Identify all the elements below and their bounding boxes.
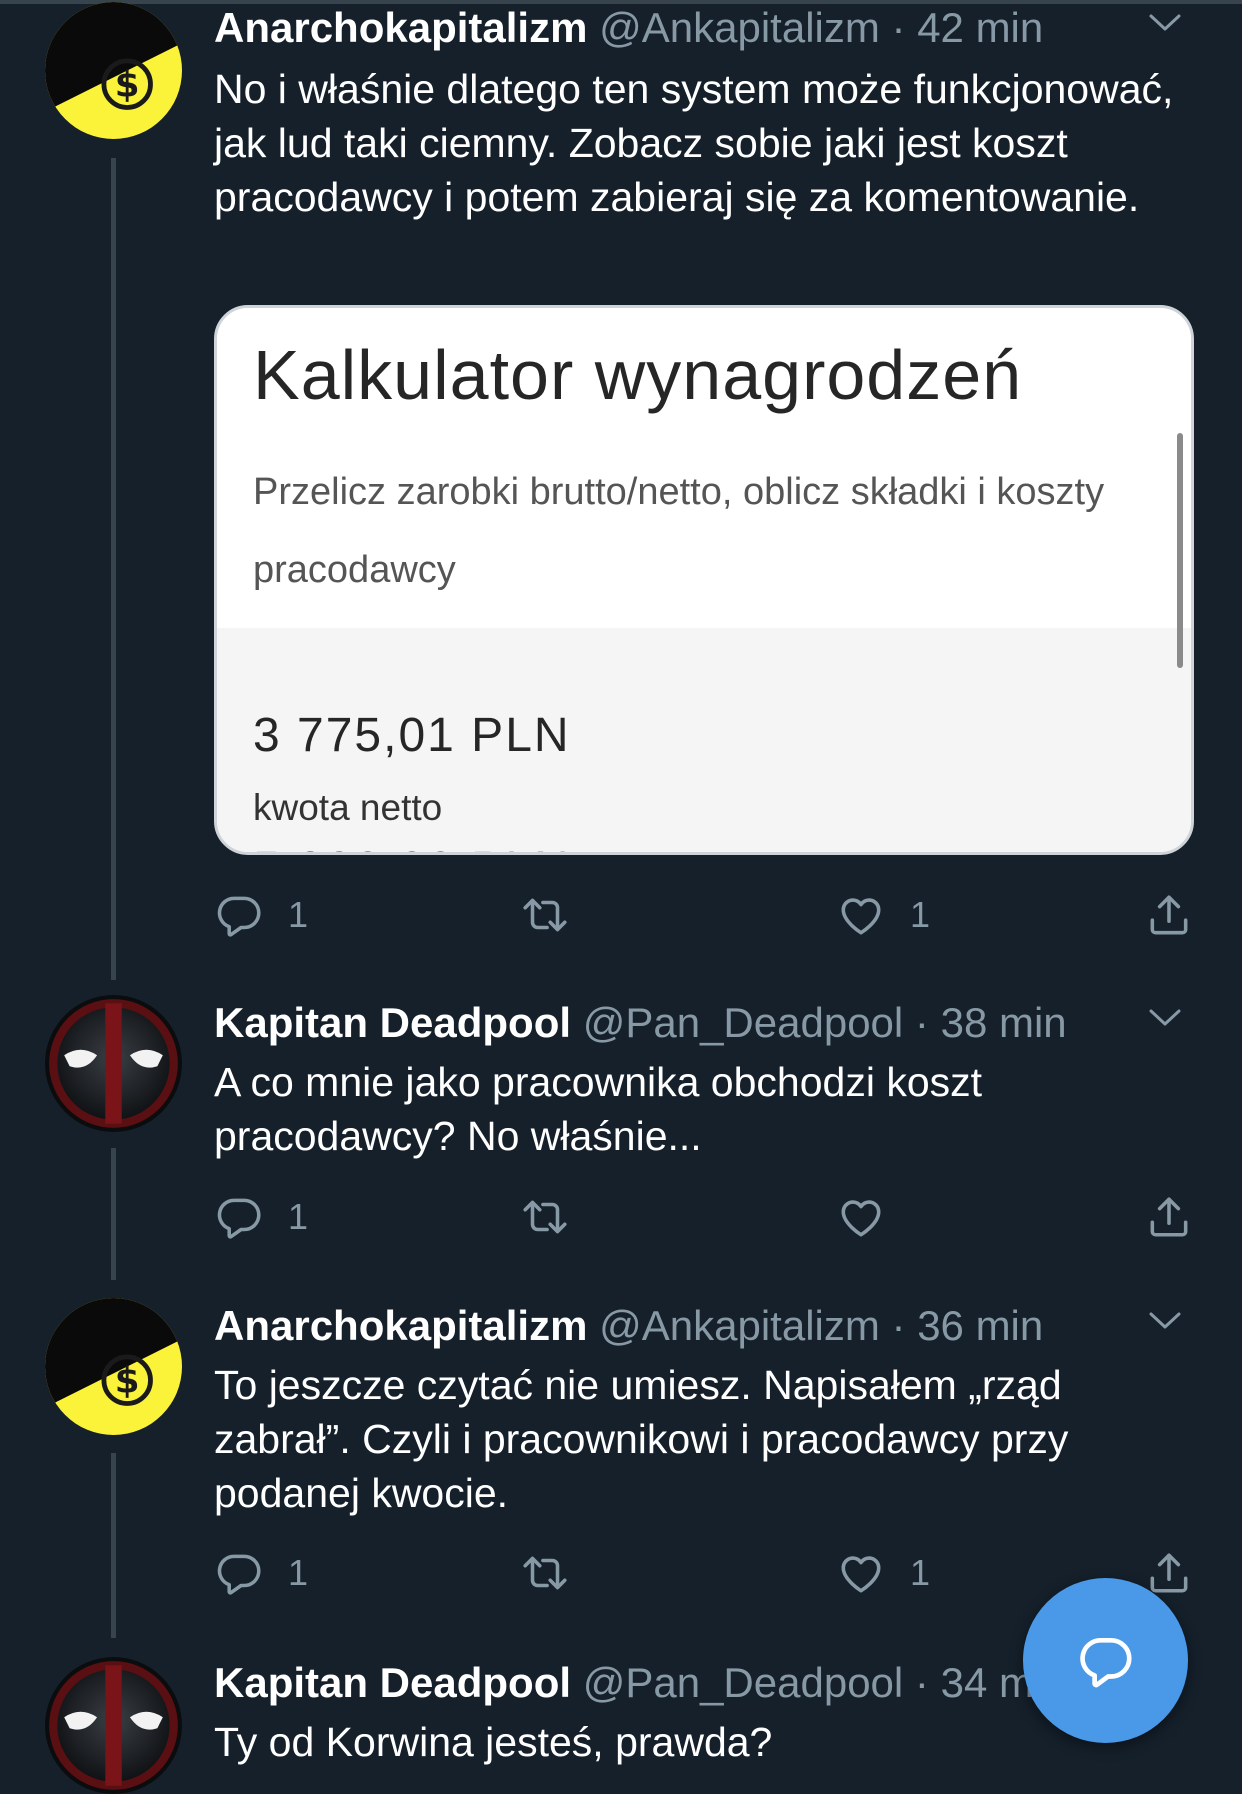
reply-icon	[214, 890, 264, 940]
tweet-header: Kapitan Deadpool @Pan_Deadpool · 34 min	[214, 1657, 1067, 1709]
heart-icon	[836, 1548, 886, 1598]
thread-line	[111, 158, 116, 980]
ancap-flag-icon	[45, 2, 182, 139]
retweet-icon	[520, 1192, 570, 1242]
tweet[interactable]: Anarchokapitalizm @Ankapitalizm · 42 min…	[0, 0, 1242, 980]
user-handle[interactable]: @Ankapitalizm	[599, 1302, 880, 1349]
share-icon	[1144, 1548, 1194, 1598]
reply-button[interactable]: 1	[214, 1543, 308, 1603]
share-icon	[1144, 1192, 1194, 1242]
display-name[interactable]: Anarchokapitalizm	[214, 1302, 587, 1349]
heart-icon	[836, 1192, 886, 1242]
share-button[interactable]	[1144, 885, 1194, 945]
display-name[interactable]: Anarchokapitalizm	[214, 4, 587, 51]
tweet-header: Anarchokapitalizm @Ankapitalizm · 42 min	[214, 2, 1043, 54]
cut-off-amount: 5 300,00 PLN	[253, 846, 593, 852]
tweet-text: Ty od Korwina jesteś, prawda?	[214, 1719, 773, 1765]
reply-button[interactable]: 1	[214, 885, 308, 945]
media-subtitle: Przelicz zarobki brutto/netto, oblicz sk…	[253, 471, 1105, 591]
tweet-header: Kapitan Deadpool @Pan_Deadpool · 38 min	[214, 997, 1067, 1049]
separator-dot: ·	[891, 4, 906, 51]
chevron-down-icon[interactable]	[1148, 1310, 1182, 1332]
tweet-text: No i właśnie dlatego ten system może fun…	[214, 66, 1185, 220]
reply-count: 1	[288, 1196, 309, 1237]
share-button[interactable]	[1144, 1187, 1194, 1247]
reply-icon	[214, 1548, 264, 1598]
media-title: Kalkulator wynagrodzeń	[253, 336, 1023, 414]
tweet-text: To jeszcze czytać nie umiesz. Napisałem …	[214, 1362, 1080, 1516]
like-count: 1	[910, 894, 931, 935]
scrollbar	[1177, 433, 1183, 668]
separator-dot: ·	[914, 999, 929, 1046]
chevron-down-icon[interactable]	[1148, 12, 1182, 34]
thread-line	[111, 1453, 116, 1638]
display-name[interactable]: Kapitan Deadpool	[214, 999, 571, 1046]
chevron-down-icon[interactable]	[1148, 1007, 1182, 1029]
tweet[interactable]: Kapitan Deadpool @Pan_Deadpool · 38 min …	[0, 995, 1242, 1285]
deadpool-mask-icon	[45, 1657, 182, 1794]
user-handle[interactable]: @Pan_Deadpool	[583, 1659, 904, 1706]
thread-line	[111, 1148, 116, 1280]
net-amount-label: kwota netto	[253, 787, 443, 828]
share-icon	[1144, 890, 1194, 940]
tweet-text: A co mnie jako pracownika obchodzi koszt…	[214, 1059, 994, 1159]
avatar[interactable]	[45, 2, 182, 139]
reply-count: 1	[288, 1552, 309, 1593]
separator-dot: ·	[891, 1302, 906, 1349]
reply-icon	[214, 1192, 264, 1242]
heart-icon	[836, 890, 886, 940]
tweet-actions: 1	[214, 1187, 1214, 1247]
timestamp[interactable]: 42 min	[917, 4, 1043, 51]
net-amount: 3 775,01 PLN	[253, 709, 571, 762]
like-count: 1	[910, 1552, 931, 1593]
media-card[interactable]: Kalkulator wynagrodzeń Przelicz zarobki …	[214, 305, 1194, 855]
user-handle[interactable]: @Pan_Deadpool	[583, 999, 904, 1046]
like-button[interactable]: 1	[836, 1543, 930, 1603]
avatar[interactable]	[45, 995, 182, 1132]
like-button[interactable]: 1	[836, 885, 930, 945]
separator-dot: ·	[914, 1659, 929, 1706]
like-button[interactable]	[836, 1187, 910, 1247]
retweet-icon	[520, 890, 570, 940]
ancap-flag-icon	[45, 1298, 182, 1435]
deadpool-mask-icon	[45, 995, 182, 1132]
timestamp[interactable]: 38 min	[941, 999, 1067, 1046]
compose-reply-icon	[1079, 1637, 1131, 1687]
reply-button[interactable]: 1	[214, 1187, 308, 1247]
avatar[interactable]	[45, 1657, 182, 1794]
tweet[interactable]: Anarchokapitalizm @Ankapitalizm · 36 min…	[0, 1298, 1242, 1643]
retweet-button[interactable]	[520, 1543, 594, 1603]
retweet-icon	[520, 1548, 570, 1598]
retweet-button[interactable]	[520, 885, 594, 945]
tweet-actions: 1 1	[214, 885, 1214, 945]
compose-reply-button[interactable]	[1023, 1578, 1188, 1743]
tweet-header: Anarchokapitalizm @Ankapitalizm · 36 min	[214, 1300, 1043, 1352]
reply-count: 1	[288, 894, 309, 935]
avatar[interactable]	[45, 1298, 182, 1435]
user-handle[interactable]: @Ankapitalizm	[599, 4, 880, 51]
display-name[interactable]: Kapitan Deadpool	[214, 1659, 571, 1706]
timestamp[interactable]: 36 min	[917, 1302, 1043, 1349]
retweet-button[interactable]	[520, 1187, 594, 1247]
